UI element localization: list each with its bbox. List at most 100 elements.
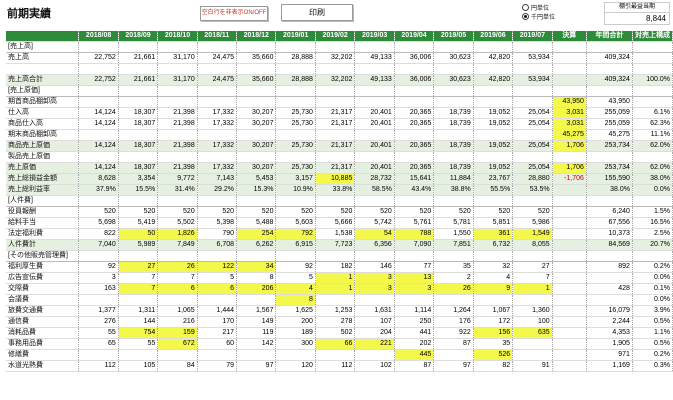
- table-cell[interactable]: 19,052: [473, 140, 514, 152]
- row-label[interactable]: [売上高]: [6, 41, 80, 53]
- table-cell[interactable]: [632, 52, 673, 64]
- table-cell[interactable]: 971: [586, 349, 633, 361]
- table-cell[interactable]: 3,354: [118, 173, 159, 185]
- table-cell[interactable]: 6,262: [236, 239, 277, 251]
- unit-yen-option[interactable]: 円単位: [522, 3, 555, 12]
- table-cell[interactable]: 43,950: [552, 96, 587, 108]
- table-cell[interactable]: 14,124: [78, 107, 119, 119]
- table-cell[interactable]: [512, 96, 553, 108]
- table-cell[interactable]: 6,356: [354, 239, 395, 251]
- table-cell[interactable]: 520: [78, 206, 119, 218]
- table-cell[interactable]: [315, 250, 356, 262]
- table-cell[interactable]: 6,915: [275, 239, 316, 251]
- table-cell[interactable]: 3: [354, 283, 395, 295]
- table-cell[interactable]: 635: [512, 327, 553, 339]
- table-cell[interactable]: 10,373: [586, 228, 633, 240]
- table-cell[interactable]: 1,377: [78, 305, 119, 317]
- table-cell[interactable]: [157, 96, 198, 108]
- row-label[interactable]: 交際費: [6, 283, 80, 295]
- table-cell[interactable]: [157, 85, 198, 97]
- table-cell[interactable]: 1,311: [118, 305, 159, 317]
- table-cell[interactable]: 3.9%: [632, 305, 673, 317]
- table-cell[interactable]: [315, 63, 356, 75]
- table-cell[interactable]: [586, 250, 633, 262]
- table-cell[interactable]: 1,550: [433, 228, 474, 240]
- table-cell[interactable]: 11.1%: [632, 129, 673, 141]
- table-cell[interactable]: 14,124: [78, 118, 119, 130]
- table-cell[interactable]: 3: [78, 272, 119, 284]
- table-cell[interactable]: 822: [78, 228, 119, 240]
- table-cell[interactable]: 409,324: [586, 74, 633, 86]
- table-cell[interactable]: 7: [118, 272, 159, 284]
- table-cell[interactable]: [236, 96, 277, 108]
- table-cell[interactable]: 276: [78, 316, 119, 328]
- table-cell[interactable]: 1.1%: [632, 327, 673, 339]
- table-cell[interactable]: 17,332: [197, 118, 238, 130]
- table-cell[interactable]: 520: [197, 206, 238, 218]
- table-cell[interactable]: [586, 195, 633, 207]
- table-cell[interactable]: [433, 294, 474, 306]
- table-cell[interactable]: 18,307: [118, 162, 159, 174]
- table-cell[interactable]: [512, 63, 553, 75]
- table-cell[interactable]: 278: [315, 316, 356, 328]
- table-cell[interactable]: 7: [157, 272, 198, 284]
- table-cell[interactable]: 255,059: [586, 118, 633, 130]
- row-label[interactable]: 給料手当: [6, 217, 80, 229]
- table-cell[interactable]: [552, 217, 587, 229]
- table-cell[interactable]: 7: [512, 272, 553, 284]
- table-cell[interactable]: [433, 349, 474, 361]
- row-label[interactable]: 事務用品費: [6, 338, 80, 350]
- table-cell[interactable]: 16,079: [586, 305, 633, 317]
- table-cell[interactable]: [552, 294, 587, 306]
- table-cell[interactable]: 5,666: [315, 217, 356, 229]
- table-cell[interactable]: 6,240: [586, 206, 633, 218]
- table-cell[interactable]: 1,360: [512, 305, 553, 317]
- table-cell[interactable]: 62.0%: [632, 162, 673, 174]
- table-cell[interactable]: [315, 85, 356, 97]
- row-label[interactable]: 売上総損益金額: [6, 173, 80, 185]
- table-cell[interactable]: [118, 63, 159, 75]
- table-cell[interactable]: [512, 195, 553, 207]
- table-cell[interactable]: [552, 41, 587, 53]
- table-cell[interactable]: [236, 195, 277, 207]
- table-cell[interactable]: [632, 195, 673, 207]
- table-cell[interactable]: [394, 96, 435, 108]
- table-cell[interactable]: [197, 41, 238, 53]
- table-cell[interactable]: 18,739: [433, 162, 474, 174]
- table-cell[interactable]: 216: [157, 316, 198, 328]
- table-cell[interactable]: [354, 195, 395, 207]
- table-cell[interactable]: 9: [473, 283, 514, 295]
- table-cell[interactable]: 4,353: [586, 327, 633, 339]
- table-cell[interactable]: 445: [394, 349, 435, 361]
- table-cell[interactable]: [157, 294, 198, 306]
- table-cell[interactable]: 29.2%: [197, 184, 238, 196]
- table-cell[interactable]: [236, 250, 277, 262]
- table-cell[interactable]: 1,065: [157, 305, 198, 317]
- table-cell[interactable]: [78, 129, 119, 141]
- table-cell[interactable]: [236, 41, 277, 53]
- table-cell[interactable]: [236, 151, 277, 163]
- table-cell[interactable]: [118, 96, 159, 108]
- table-cell[interactable]: 25,054: [512, 140, 553, 152]
- table-cell[interactable]: [197, 96, 238, 108]
- table-cell[interactable]: [354, 349, 395, 361]
- table-cell[interactable]: 14,124: [78, 140, 119, 152]
- row-label[interactable]: 会議費: [6, 294, 80, 306]
- table-cell[interactable]: [197, 294, 238, 306]
- table-cell[interactable]: 20,401: [354, 107, 395, 119]
- table-cell[interactable]: [354, 96, 395, 108]
- table-cell[interactable]: 92: [78, 261, 119, 273]
- table-cell[interactable]: 38.0%: [632, 173, 673, 185]
- table-cell[interactable]: 28,732: [354, 173, 395, 185]
- table-cell[interactable]: 6,708: [197, 239, 238, 251]
- row-label[interactable]: 商品仕入高: [6, 118, 80, 130]
- table-cell[interactable]: 3,031: [552, 118, 587, 130]
- table-cell[interactable]: [315, 349, 356, 361]
- table-cell[interactable]: [473, 85, 514, 97]
- table-cell[interactable]: 0.2%: [632, 261, 673, 273]
- table-cell[interactable]: [394, 63, 435, 75]
- table-cell[interactable]: 1.5%: [632, 206, 673, 218]
- table-cell[interactable]: 36,006: [394, 52, 435, 64]
- table-cell[interactable]: 26: [157, 261, 198, 273]
- table-cell[interactable]: 189: [275, 327, 316, 339]
